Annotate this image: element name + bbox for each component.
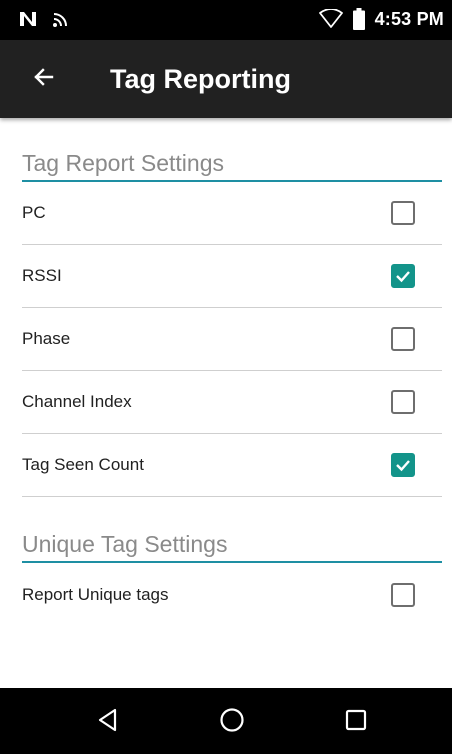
setting-row-pc[interactable]: PC: [22, 182, 442, 244]
section-divider: [22, 561, 442, 563]
wifi-icon: [318, 9, 343, 29]
setting-label: PC: [22, 203, 46, 222]
cast-icon: [52, 10, 70, 28]
setting-label: Tag Seen Count: [22, 455, 144, 474]
status-time: 4:53 PM: [374, 8, 444, 29]
pc-checkbox[interactable]: [391, 201, 415, 225]
setting-row-tag-seen-count[interactable]: Tag Seen Count: [22, 434, 442, 496]
setting-label: RSSI: [22, 266, 62, 285]
rssi-checkbox[interactable]: [391, 264, 415, 288]
arrow-left-icon: [32, 65, 56, 94]
setting-row-channel-index[interactable]: Channel Index: [22, 371, 442, 433]
nav-recents-button[interactable]: [336, 702, 376, 742]
phase-checkbox[interactable]: [391, 327, 415, 351]
setting-row-rssi[interactable]: RSSI: [22, 245, 442, 307]
status-bar: 4:53 PM: [0, 0, 452, 40]
nfc-icon: [18, 10, 38, 28]
recents-square-icon: [343, 707, 369, 738]
status-right-area: 4:53 PM: [318, 8, 444, 30]
home-circle-icon: [219, 707, 245, 738]
section-header-unique-tag: Unique Tag Settings: [22, 531, 228, 557]
row-divider: [22, 496, 442, 497]
setting-row-report-unique-tags[interactable]: Report Unique tags: [22, 564, 442, 626]
setting-row-phase[interactable]: Phase: [22, 308, 442, 370]
nav-back-button[interactable]: [88, 702, 128, 742]
channel-index-checkbox[interactable]: [391, 390, 415, 414]
report-unique-tags-checkbox[interactable]: [391, 583, 415, 607]
back-triangle-icon: [95, 707, 121, 738]
page-title: Tag Reporting: [110, 64, 291, 94]
setting-label: Report Unique tags: [22, 585, 169, 604]
tag-seen-count-checkbox[interactable]: [391, 453, 415, 477]
battery-icon: [352, 8, 365, 30]
back-button[interactable]: [26, 61, 62, 97]
nav-home-button[interactable]: [212, 702, 252, 742]
app-bar: Tag Reporting: [0, 40, 452, 118]
setting-label: Channel Index: [22, 392, 132, 411]
section-header-tag-report: Tag Report Settings: [22, 150, 225, 176]
navigation-bar: [0, 688, 452, 754]
setting-label: Phase: [22, 329, 71, 348]
status-left-icons: [18, 10, 70, 28]
